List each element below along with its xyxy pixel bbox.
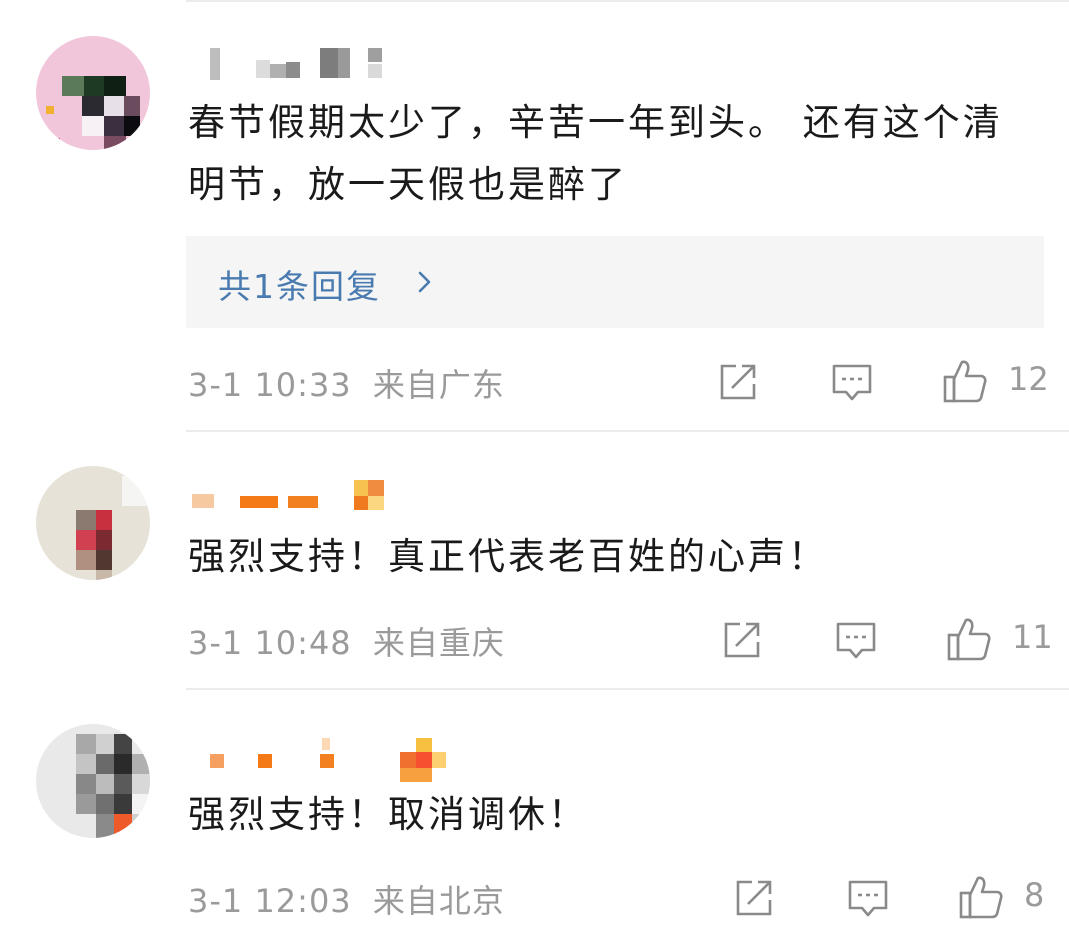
share-icon[interactable]: [720, 618, 764, 662]
top-divider: [186, 0, 1069, 2]
like-count: 12: [1008, 360, 1049, 398]
reply-link[interactable]: 共1条回复: [218, 260, 381, 308]
like-icon[interactable]: [946, 616, 992, 662]
comment-actions: 12: [0, 356, 1069, 406]
username[interactable]: [190, 48, 390, 80]
like-icon[interactable]: [942, 358, 988, 404]
avatar[interactable]: [36, 36, 150, 150]
comment-text: 春节假期太少了，辛苦一年到头。 还有这个清明节，放一天假也是醉了: [188, 101, 1003, 206]
share-icon[interactable]: [716, 360, 760, 404]
avatar[interactable]: [36, 466, 150, 580]
comment-divider: [186, 688, 1069, 690]
avatar[interactable]: [36, 724, 150, 838]
comment-icon[interactable]: [846, 878, 890, 922]
comment-text: 强烈支持！取消调休！: [188, 793, 588, 836]
comment-actions: 8: [0, 872, 1069, 922]
share-icon[interactable]: [732, 876, 776, 920]
comment-actions: 11: [0, 614, 1069, 664]
comment-divider: [186, 430, 1069, 432]
reply-box[interactable]: 共1条回复: [186, 236, 1044, 328]
chevron-right-icon: [418, 271, 431, 293]
username[interactable]: [190, 480, 390, 510]
comment-icon[interactable]: [834, 620, 878, 664]
comment-text: 强烈支持！真正代表老百姓的心声！: [188, 535, 828, 578]
like-icon[interactable]: [958, 874, 1004, 920]
like-count: 8: [1024, 876, 1045, 914]
like-count: 11: [1012, 618, 1053, 656]
username[interactable]: [190, 738, 450, 782]
comment-list: 春节假期太少了，辛苦一年到头。 还有这个清明节，放一天假也是醉了 共1条回复 3…: [0, 0, 1069, 944]
comment-icon[interactable]: [830, 362, 874, 406]
